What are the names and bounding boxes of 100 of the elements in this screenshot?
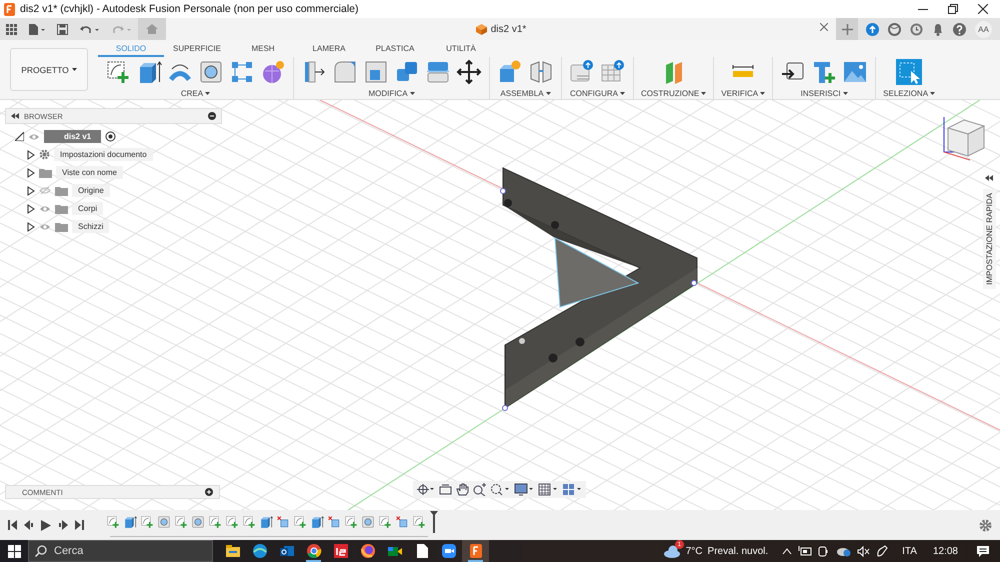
tool-group-menu[interactable]: ASSEMBLA [500, 89, 551, 98]
box-hole-icon[interactable] [157, 515, 171, 529]
clock[interactable]: 12:08 [932, 546, 958, 556]
document-tab[interactable]: dis2 v1* [166, 18, 836, 40]
shell-box-icon[interactable] [363, 59, 389, 85]
timeline-marker[interactable] [430, 511, 438, 533]
add-comment-icon[interactable] [205, 488, 213, 496]
pan-hand-icon[interactable] [456, 483, 469, 496]
tool-group-menu[interactable]: COSTRUZIONE [641, 89, 706, 98]
zoom-icon[interactable] [473, 483, 486, 496]
delete-cube-icon[interactable] [276, 515, 290, 529]
sketch-plus-icon[interactable] [105, 59, 131, 85]
sketch-plus-icon[interactable] [344, 515, 358, 529]
browser-item[interactable]: Viste con nome [56, 166, 123, 179]
workspace-tab[interactable]: UTILITÀ [428, 44, 494, 57]
project-button[interactable]: PROGETTO [10, 48, 88, 91]
collapse-icon[interactable] [11, 113, 19, 119]
language-indicator[interactable]: ITA [902, 546, 917, 556]
next-step-icon[interactable] [58, 520, 68, 530]
camera-icon[interactable] [818, 545, 830, 557]
sphere-icon[interactable] [260, 59, 286, 85]
cloud-sync-icon[interactable] [836, 545, 852, 557]
sketch-plus-icon[interactable] [412, 515, 426, 529]
select-icon[interactable] [896, 59, 922, 85]
workspace-tab[interactable]: MESH [230, 44, 296, 57]
activate-radio-icon[interactable] [105, 131, 116, 142]
rounded-box-icon[interactable] [332, 59, 358, 85]
tool-group-menu[interactable]: INSERISCI [800, 89, 848, 98]
last-step-icon[interactable] [75, 520, 84, 530]
notifications-icon[interactable] [976, 544, 990, 558]
workspace-tab[interactable]: PLASTICA [362, 44, 428, 57]
box-hole-icon[interactable] [191, 515, 205, 529]
browser-item[interactable]: Schizzi [72, 220, 110, 233]
browser-item[interactable]: Corpi [72, 202, 104, 215]
tool-group-menu[interactable]: MODIFICA [368, 89, 415, 98]
browser-item[interactable]: Impostazioni documento [54, 148, 153, 161]
first-step-icon[interactable] [8, 520, 17, 530]
globe-icon[interactable] [888, 22, 901, 36]
clock-icon[interactable] [910, 22, 923, 36]
pen-icon[interactable] [876, 545, 888, 557]
layers-icon[interactable] [425, 59, 451, 85]
sketch-plus-icon[interactable] [140, 515, 154, 529]
cube-arrow-icon[interactable] [310, 515, 324, 529]
browser-item[interactable]: Origine [72, 184, 110, 197]
settings-icon[interactable] [979, 518, 992, 532]
joint-icon[interactable] [528, 59, 554, 85]
new-tab-button[interactable] [836, 18, 858, 40]
sketch-plus-icon[interactable] [174, 515, 188, 529]
search-field[interactable]: Cerca [28, 540, 213, 562]
box-hole-icon[interactable] [198, 59, 224, 85]
nodes-icon[interactable] [229, 59, 255, 85]
box-hole-icon[interactable] [361, 515, 375, 529]
delete-cube-icon[interactable] [395, 515, 409, 529]
move-icon[interactable] [456, 59, 482, 85]
orbit-icon[interactable] [417, 483, 435, 496]
tool-group-menu[interactable]: CREA [180, 89, 210, 98]
muted-speaker-icon[interactable] [857, 546, 870, 556]
sketch-plus-icon[interactable] [208, 515, 222, 529]
cube-arrow-icon[interactable] [123, 515, 137, 529]
sketch-plus-icon[interactable] [225, 515, 239, 529]
play-icon[interactable] [41, 520, 51, 530]
save-icon[interactable] [57, 24, 68, 34]
undo-icon[interactable] [80, 24, 100, 34]
close-icon[interactable] [978, 4, 988, 14]
bell-icon[interactable] [932, 22, 944, 36]
look-at-icon[interactable] [439, 483, 452, 496]
bracket-drawing[interactable] [500, 167, 698, 411]
sketch-plus-icon[interactable] [106, 515, 120, 529]
quick-setup-tab[interactable]: IMPOSTAZIONE RAPIDA [982, 189, 996, 289]
sketch-plus-icon[interactable] [293, 515, 307, 529]
display-icon[interactable] [514, 483, 534, 496]
battery-icon[interactable] [798, 546, 812, 556]
upload-icon[interactable] [866, 22, 879, 36]
workspace-tab[interactable]: SUPERFICIE [164, 44, 230, 57]
tool-group-menu[interactable]: CONFIGURA [570, 89, 625, 98]
taskbar-app[interactable] [462, 540, 489, 562]
collapse-arrow-icon[interactable] [15, 132, 24, 141]
restore-icon[interactable] [948, 4, 958, 14]
cloud-icon[interactable] [662, 544, 681, 558]
apps-grid-icon[interactable] [6, 24, 17, 34]
delete-cube-icon[interactable] [327, 515, 341, 529]
workspace-tab[interactable]: LAMERA [296, 44, 362, 57]
tool-group-menu[interactable]: SELEZIONA [883, 89, 936, 98]
sketch-plus-icon[interactable] [378, 515, 392, 529]
new-component-icon[interactable] [497, 59, 523, 85]
component-label[interactable]: dis2 v1 [44, 130, 102, 143]
user-avatar[interactable]: AA [975, 20, 992, 38]
grid-icon[interactable] [538, 483, 558, 496]
image-icon[interactable] [842, 59, 868, 85]
cube-arrow-icon[interactable] [259, 515, 273, 529]
chevron-up-icon[interactable] [782, 547, 792, 555]
fit-zoom-icon[interactable] [490, 483, 510, 496]
file-menu-icon[interactable] [29, 24, 45, 34]
viewports-icon[interactable] [562, 483, 582, 496]
expand-panel-icon[interactable] [985, 175, 993, 181]
tool-group-menu[interactable]: VERIFICA [721, 89, 766, 98]
help-icon[interactable] [953, 22, 966, 36]
sketch-plus-icon[interactable] [242, 515, 256, 529]
minimize-panel-icon[interactable] [208, 112, 216, 120]
previous-step-icon[interactable] [24, 520, 34, 530]
